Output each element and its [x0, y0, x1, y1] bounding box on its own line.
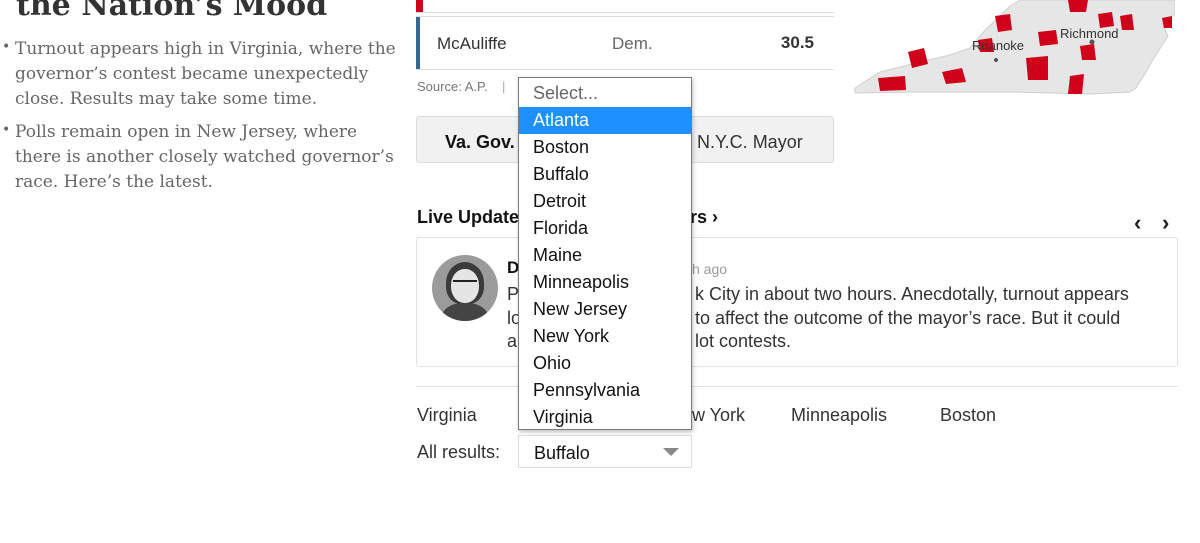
bullet-line: there is another closely watched governo…: [15, 147, 394, 167]
candidate-party: Dem.: [612, 34, 653, 53]
city-dropdown-list[interactable]: Select... Atlanta Boston Buffalo Detroit…: [518, 77, 692, 430]
card-timestamp: h ago: [692, 261, 728, 277]
dropdown-option[interactable]: Florida: [519, 215, 691, 242]
dropdown-placeholder[interactable]: Select...: [519, 80, 691, 107]
card-text-fragment: lot contests.: [695, 331, 792, 351]
bullet-icon: •: [2, 122, 11, 138]
map-label-roanoke: Roanoke: [972, 38, 1024, 53]
bullet-line: Turnout appears high in Virginia, where …: [15, 39, 396, 59]
bullet-list: • Turnout appears high in Virginia, wher…: [0, 37, 400, 203]
map-label-richmond: Richmond: [1060, 26, 1119, 41]
dropdown-option[interactable]: New Jersey: [519, 296, 691, 323]
quick-link-boston[interactable]: Boston: [940, 405, 996, 426]
avatar-body: [442, 303, 488, 321]
bullet-item: • Turnout appears high in Virginia, wher…: [0, 37, 400, 112]
county-shape: [995, 14, 1012, 32]
card-text-fragment: a: [507, 331, 518, 351]
bullet-line: race. Here’s the latest.: [15, 172, 213, 192]
select-value: Buffalo: [534, 443, 590, 463]
dropdown-option[interactable]: Buffalo: [519, 161, 691, 188]
dropdown-option[interactable]: New York: [519, 323, 691, 350]
avatar: [432, 255, 498, 321]
county-shape: [878, 76, 906, 91]
source-note: Source: A.P.: [417, 79, 488, 94]
headline: the Nation’s Mood: [16, 0, 328, 23]
bullet-item: • Polls remain open in New Jersey, where…: [0, 120, 400, 195]
table-divider: [416, 12, 834, 13]
tab-nyc-mayor[interactable]: N.Y.C. Mayor: [697, 132, 803, 153]
bullet-icon: •: [2, 39, 11, 55]
county-shape: [1026, 56, 1048, 80]
quick-link-minneapolis[interactable]: Minneapolis: [791, 405, 887, 426]
card-text-fragment: k City in about two hours. Anecdotally, …: [695, 284, 1129, 304]
chevron-right-icon[interactable]: ›: [1162, 210, 1169, 236]
county-shape: [1068, 0, 1088, 12]
avatar-glasses: [453, 280, 477, 288]
candidate-percent: 30.5: [780, 33, 814, 52]
tab-va-gov[interactable]: Va. Gov.: [445, 132, 515, 153]
quick-link-new-york[interactable]: w York: [692, 405, 745, 426]
dropdown-option[interactable]: Boston: [519, 134, 691, 161]
bullet-line: Polls remain open in New Jersey, where: [15, 122, 358, 142]
dropdown-option[interactable]: Maine: [519, 242, 691, 269]
dropdown-option[interactable]: Detroit: [519, 188, 691, 215]
roanoke-marker: [994, 58, 998, 62]
card-text-fragment: to affect the outcome of the mayor’s rac…: [695, 307, 1121, 328]
county-shape: [1068, 74, 1084, 94]
live-updates-title[interactable]: Live Update: [417, 207, 519, 228]
quick-link-virginia[interactable]: Virginia: [417, 405, 477, 426]
source-separator: |: [502, 79, 506, 94]
candidate-color-bar: [416, 17, 420, 69]
all-results-label: All results:: [417, 442, 501, 462]
chevron-left-icon[interactable]: ‹: [1134, 210, 1141, 236]
dropdown-option[interactable]: Minneapolis: [519, 269, 691, 296]
dropdown-option[interactable]: Pennsylvania: [519, 377, 691, 404]
candidate-name: McAuliffe: [437, 34, 507, 53]
county-shape: [1080, 44, 1096, 60]
virginia-map: Roanoke Richmond: [854, 0, 1175, 95]
all-results-select[interactable]: Buffalo: [518, 435, 692, 468]
candidate-color-bar: [416, 0, 423, 12]
dropdown-option[interactable]: Atlanta: [519, 107, 691, 134]
county-shape: [1120, 14, 1134, 30]
chevron-down-icon: [663, 448, 679, 456]
bullet-line: close. Results may take some time.: [15, 89, 318, 109]
dropdown-option[interactable]: Ohio: [519, 350, 691, 377]
county-shape: [1038, 30, 1058, 46]
dropdown-option[interactable]: Virginia: [519, 404, 691, 431]
live-updates-title-tail[interactable]: rs ›: [690, 207, 718, 228]
bullet-line: governor’s contest became unexpectedly: [15, 64, 369, 84]
results-row: McAuliffe Dem. 30.5: [416, 16, 834, 70]
